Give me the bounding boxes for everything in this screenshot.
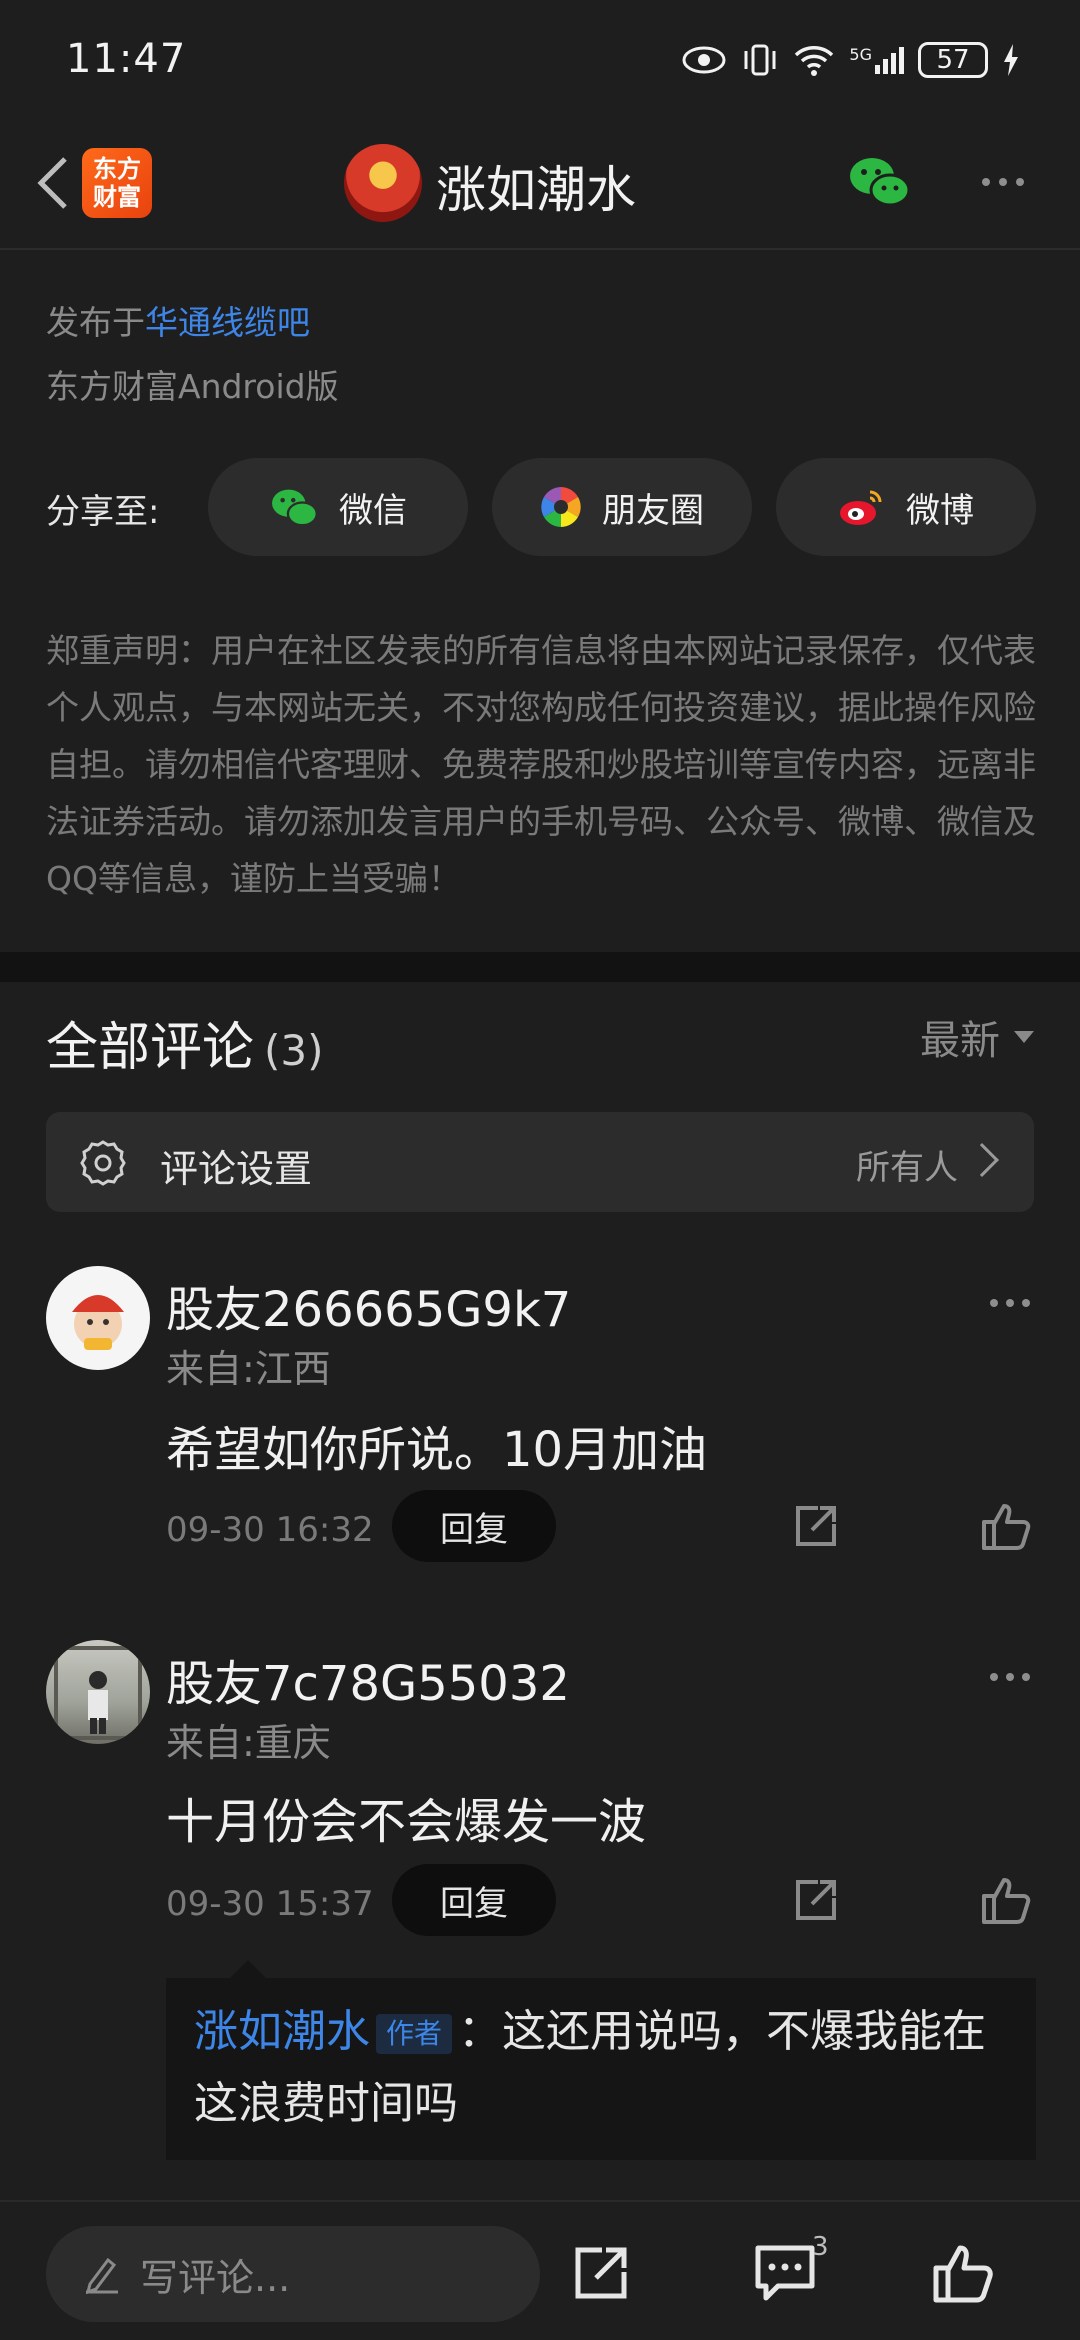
wechat-icon	[850, 158, 911, 207]
share-option-label: 微博	[906, 490, 974, 531]
share-icon[interactable]	[788, 1498, 844, 1554]
comment-settings-label: 评论设置	[160, 1147, 313, 1191]
back-arrow-icon	[37, 157, 67, 209]
comment-time: 09-30 16:32	[166, 1510, 374, 1550]
gear-icon	[80, 1140, 126, 1186]
author-name[interactable]: 涨如潮水	[436, 150, 636, 222]
caret-down-icon	[1014, 1031, 1034, 1043]
sort-label: 最新	[920, 1018, 1000, 1064]
wifi-icon	[795, 46, 834, 76]
write-comment-input[interactable]: 写评论...	[46, 2226, 540, 2322]
status-icons: 5G 57	[681, 38, 1020, 82]
section-divider	[0, 952, 1080, 982]
logo-line-1: 东方	[93, 155, 141, 183]
share-moments-button[interactable]: 朋友圈	[492, 458, 752, 556]
pencil-icon	[85, 2257, 118, 2294]
comment-settings-value: 所有人	[856, 1148, 958, 1188]
share-option-label: 微信	[339, 490, 407, 531]
commenter-avatar[interactable]	[46, 1640, 150, 1744]
battery-indicator: 57	[918, 42, 988, 78]
person-photo-avatar-icon	[54, 1646, 142, 1740]
status-bar: 11:47 5G 57	[0, 0, 1080, 120]
comments-title-text: 全部评论	[46, 1018, 255, 1078]
chevron-right-icon	[965, 1143, 999, 1177]
logo-line-2: 财富	[93, 183, 141, 211]
comment-item: 股友266665G9k7 来自:江西 希望如你所说。10月加油 09-30 16…	[0, 1250, 1080, 1580]
more-dot-icon	[1022, 1673, 1030, 1681]
comments-title: 全部评论 (3)	[46, 1005, 324, 1080]
eye-icon	[682, 46, 726, 74]
more-dot-icon	[1006, 1673, 1014, 1681]
share-wechat-button[interactable]: 微信	[208, 458, 468, 556]
more-dot-icon	[999, 178, 1007, 186]
reply-author-name[interactable]: 涨如潮水	[194, 2006, 370, 2057]
more-dot-icon	[1022, 1299, 1030, 1307]
commenter-name[interactable]: 股友266665G9k7	[166, 1270, 571, 1340]
share-label: 分享至:	[46, 492, 160, 532]
network-type: 5G	[849, 45, 872, 64]
comment-settings-row[interactable]: 评论设置 所有人	[46, 1112, 1034, 1212]
more-dot-icon	[1006, 1299, 1014, 1307]
comment-icon[interactable]	[752, 2240, 818, 2306]
fortune-god-avatar-icon	[72, 1295, 124, 1350]
like-icon[interactable]	[930, 2240, 996, 2306]
more-dot-icon	[990, 1673, 998, 1681]
share-icon[interactable]	[568, 2240, 634, 2306]
comment-more-button[interactable]	[980, 1288, 1040, 1318]
disclaimer-text: 郑重声明：用户在社区发表的所有信息将由本网站记录保存，仅代表个人观点，与本网站无…	[46, 631, 1036, 898]
reply-button[interactable]: 回复	[392, 1490, 556, 1562]
comments-count: (3)	[264, 1026, 324, 1075]
published-in: 发布于华通线缆吧	[46, 296, 310, 344]
like-icon[interactable]	[978, 1872, 1034, 1928]
commenter-location: 来自:江西	[166, 1347, 331, 1391]
commenter-location: 来自:重庆	[166, 1721, 331, 1765]
author-avatar[interactable]	[344, 144, 422, 222]
more-options-button[interactable]	[968, 162, 1038, 202]
published-prefix: 发布于	[46, 303, 145, 342]
share-weibo-button[interactable]: 微博	[776, 458, 1036, 556]
comment-count-badge: 3	[812, 2232, 829, 2262]
sort-dropdown[interactable]: 最新	[920, 1008, 1034, 1066]
app-logo[interactable]: 东方 财富	[82, 148, 152, 218]
bottom-action-bar: 写评论... 3	[0, 2200, 1080, 2340]
reply-caret	[230, 1960, 266, 1978]
wechat-share-button[interactable]	[846, 150, 912, 216]
wechat-icon	[272, 489, 318, 527]
signal-icon: 5G	[849, 45, 904, 75]
moments-icon	[541, 487, 581, 527]
author-reply[interactable]: 涨如潮水 作者 ：这还用说吗，不爆我能在这浪费时间吗	[166, 1978, 1036, 2160]
status-time: 11:47	[66, 36, 187, 82]
more-dot-icon	[1016, 178, 1024, 186]
comment-text: 希望如你所说。10月加油	[166, 1422, 708, 1478]
commenter-name[interactable]: 股友7c78G55032	[166, 1644, 570, 1714]
charging-icon	[1004, 44, 1018, 76]
comment-more-button[interactable]	[980, 1662, 1040, 1692]
reply-button[interactable]: 回复	[392, 1864, 556, 1936]
back-button[interactable]	[18, 148, 88, 218]
vibrate-icon	[744, 44, 776, 76]
more-dot-icon	[990, 1299, 998, 1307]
comment-item: 股友7c78G55032 来自:重庆 十月份会不会爆发一波 09-30 15:3…	[0, 1624, 1080, 1954]
more-dot-icon	[982, 178, 990, 186]
author-tag-badge: 作者	[376, 2014, 453, 2054]
weibo-icon	[840, 490, 882, 525]
share-option-label: 朋友圈	[602, 490, 704, 531]
top-nav-bar: 东方 财富 涨如潮水	[0, 120, 1080, 250]
comment-text: 十月份会不会爆发一波	[166, 1794, 647, 1850]
client-source: 东方财富Android版	[46, 367, 339, 406]
comment-input-placeholder: 写评论...	[140, 2255, 291, 2300]
bar-link[interactable]: 华通线缆吧	[145, 303, 310, 342]
commenter-avatar[interactable]	[46, 1266, 150, 1370]
comment-time: 09-30 15:37	[166, 1884, 374, 1924]
like-icon[interactable]	[978, 1498, 1034, 1554]
share-icon[interactable]	[788, 1872, 844, 1928]
